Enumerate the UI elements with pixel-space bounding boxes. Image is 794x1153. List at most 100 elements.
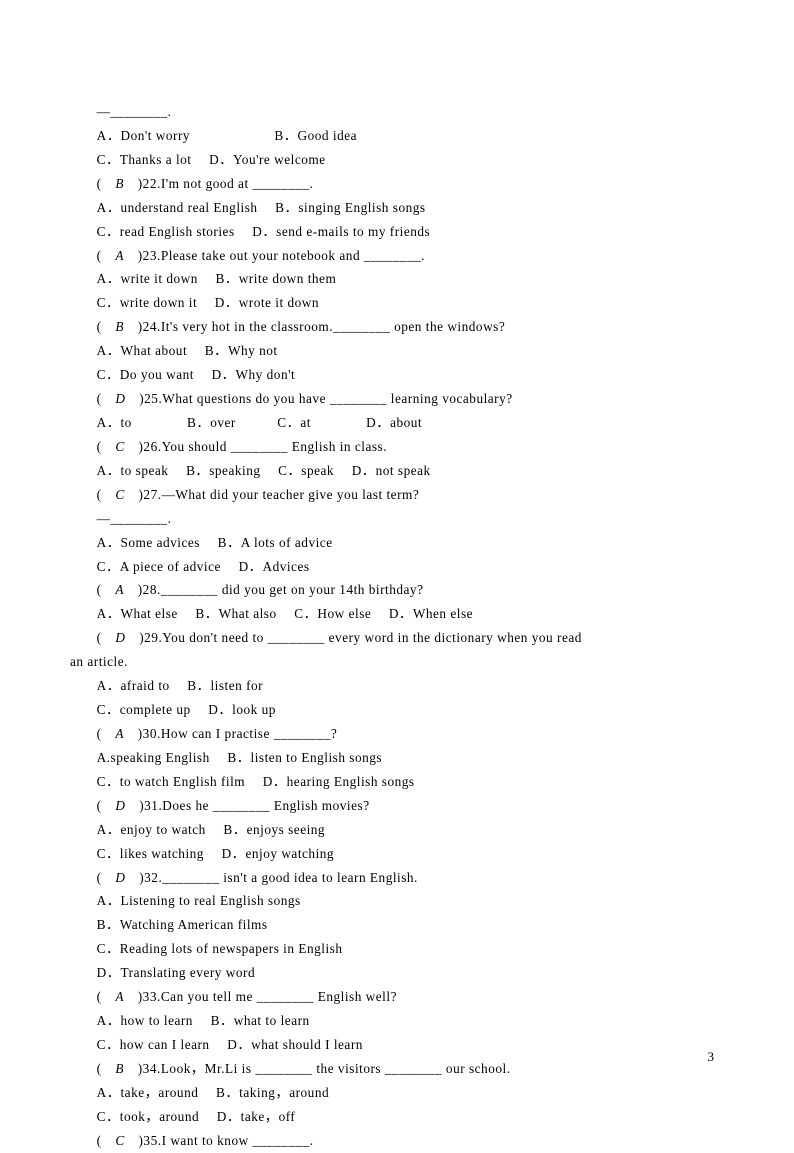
q29-ans: D bbox=[115, 630, 125, 645]
q32-stem: ( D )32.________ isn't a good idea to le… bbox=[70, 866, 724, 890]
q34-text: Look，Mr.Li is ________ the visitors ____… bbox=[161, 1061, 511, 1076]
q27-optD: D．Advices bbox=[239, 559, 310, 574]
q22-optC: C．read English stories bbox=[97, 224, 235, 239]
q27-optC: C．A piece of advice bbox=[97, 559, 221, 574]
q30-num: )30. bbox=[138, 726, 161, 741]
q34-stem: ( B )34.Look，Mr.Li is ________ the visit… bbox=[70, 1057, 724, 1081]
q31-stem: ( D )31.Does he ________ English movies? bbox=[70, 794, 724, 818]
q30-options-cd: C．to watch English film D．hearing Englis… bbox=[70, 770, 724, 794]
q33-optD: D．what should I learn bbox=[227, 1037, 363, 1052]
q28-optB: B．What also bbox=[195, 606, 276, 621]
q23-optD: D．wrote it down bbox=[215, 295, 319, 310]
q25-optD: D．about bbox=[366, 415, 422, 430]
q31-optB: B．enjoys seeing bbox=[223, 822, 325, 837]
q29-optC: C．complete up bbox=[97, 702, 191, 717]
q22-options-ab: A．understand real English B．singing Engl… bbox=[70, 196, 724, 220]
q33-text: Can you tell me ________ English well? bbox=[161, 989, 397, 1004]
q22-optA: A．understand real English bbox=[97, 200, 258, 215]
q24-text: It's very hot in the classroom.________ … bbox=[161, 319, 505, 334]
q24-options-cd: C．Do you want D．Why don't bbox=[70, 363, 724, 387]
q29-num: )29. bbox=[139, 630, 162, 645]
q34-optA: A．take，around bbox=[97, 1085, 199, 1100]
q32-optD: D．Translating every word bbox=[70, 961, 724, 985]
document-page: —________. A．Don't worry B．Good idea C．T… bbox=[0, 0, 794, 1153]
q26-stem: ( C )26.You should ________ English in c… bbox=[70, 435, 724, 459]
q25-optA: A．to bbox=[97, 415, 132, 430]
q31-text: Does he ________ English movies? bbox=[162, 798, 369, 813]
q24-num: )24. bbox=[138, 319, 161, 334]
q21-dash: —________. bbox=[70, 100, 724, 124]
q33-options-cd: C．how can I learn D．what should I learn bbox=[70, 1033, 724, 1057]
q28-stem: ( A )28.________ did you get on your 14t… bbox=[70, 578, 724, 602]
q21-optC: C．Thanks a lot bbox=[97, 152, 192, 167]
q23-stem: ( A )23.Please take out your notebook an… bbox=[70, 244, 724, 268]
q24-optA: A．What about bbox=[97, 343, 188, 358]
q22-optD: D．send e-mails to my friends bbox=[252, 224, 430, 239]
q22-ans: B bbox=[115, 176, 124, 191]
q34-optD: D．take，off bbox=[217, 1109, 296, 1124]
q30-ans: A bbox=[115, 726, 124, 741]
q33-optB: B．what to learn bbox=[211, 1013, 310, 1028]
q26-optA: A．to speak bbox=[97, 463, 169, 478]
q29-stem-line1: ( D )29.You don't need to ________ every… bbox=[70, 626, 724, 650]
q25-stem: ( D )25.What questions do you have _____… bbox=[70, 387, 724, 411]
q23-options-cd: C．write down it D．wrote it down bbox=[70, 291, 724, 315]
q31-optC: C．likes watching bbox=[97, 846, 204, 861]
q32-text: ________ isn't a good idea to learn Engl… bbox=[162, 870, 418, 885]
q26-options: A．to speak B．speaking C．speak D．not spea… bbox=[70, 459, 724, 483]
q22-num: )22. bbox=[138, 176, 161, 191]
q27-optA: A．Some advices bbox=[97, 535, 200, 550]
q23-text: Please take out your notebook and ______… bbox=[161, 248, 425, 263]
q24-optB: B．Why not bbox=[205, 343, 278, 358]
q22-options-cd: C．read English stories D．send e-mails to… bbox=[70, 220, 724, 244]
q32-optC: C．Reading lots of newspapers in English bbox=[70, 937, 724, 961]
q27-optB: B．A lots of advice bbox=[218, 535, 333, 550]
q26-ans: C bbox=[115, 439, 124, 454]
q23-optA: A．write it down bbox=[97, 271, 198, 286]
q30-stem: ( A )30.How can I practise ________? bbox=[70, 722, 724, 746]
q22-text: I'm not good at ________. bbox=[161, 176, 314, 191]
q29-options-ab: A．afraid to B．listen for bbox=[70, 674, 724, 698]
q33-stem: ( A )33.Can you tell me ________ English… bbox=[70, 985, 724, 1009]
q23-options-ab: A．write it down B．write down them bbox=[70, 267, 724, 291]
q27-dash: —________. bbox=[70, 507, 724, 531]
q30-optC: C．to watch English film bbox=[97, 774, 246, 789]
q28-options: A．What else B．What also C．How else D．Whe… bbox=[70, 602, 724, 626]
q30-options-ab: A.speaking English B．listen to English s… bbox=[70, 746, 724, 770]
q29-stem-line2: an article. bbox=[70, 650, 724, 674]
q25-options: A．to B．over C．at D．about bbox=[70, 411, 724, 435]
q21-optB: B．Good idea bbox=[274, 128, 357, 143]
q32-optB: B．Watching American films bbox=[70, 913, 724, 937]
q24-ans: B bbox=[115, 319, 124, 334]
q28-optC: C．How else bbox=[294, 606, 371, 621]
q28-optA: A．What else bbox=[97, 606, 178, 621]
q31-options-ab: A．enjoy to watch B．enjoys seeing bbox=[70, 818, 724, 842]
q23-optB: B．write down them bbox=[216, 271, 337, 286]
q30-text: How can I practise ________? bbox=[161, 726, 337, 741]
q23-num: )23. bbox=[138, 248, 161, 263]
q34-options-cd: C．took，around D．take，off bbox=[70, 1105, 724, 1129]
q35-stem: ( C )35.I want to know ________. bbox=[70, 1129, 724, 1153]
q24-optC: C．Do you want bbox=[97, 367, 194, 382]
q27-options-ab: A．Some advices B．A lots of advice bbox=[70, 531, 724, 555]
q25-num: )25. bbox=[139, 391, 162, 406]
q21-optD: D．You're welcome bbox=[209, 152, 326, 167]
q35-ans: C bbox=[115, 1133, 124, 1148]
q26-optD: D．not speak bbox=[352, 463, 431, 478]
q21-optA: A．Don't worry bbox=[97, 128, 190, 143]
q24-stem: ( B )24.It's very hot in the classroom._… bbox=[70, 315, 724, 339]
q25-optB: B．over bbox=[187, 415, 236, 430]
q25-optC: C．at bbox=[277, 415, 311, 430]
q32-optA: A．Listening to real English songs bbox=[70, 889, 724, 913]
q30-optB: B．listen to English songs bbox=[227, 750, 382, 765]
q27-num: )27. bbox=[139, 487, 162, 502]
q24-options-ab: A．What about B．Why not bbox=[70, 339, 724, 363]
q33-options-ab: A．how to learn B．what to learn bbox=[70, 1009, 724, 1033]
q31-options-cd: C．likes watching D．enjoy watching bbox=[70, 842, 724, 866]
q29-optD: D．look up bbox=[208, 702, 276, 717]
q35-text: I want to know ________. bbox=[162, 1133, 314, 1148]
q26-optB: B．speaking bbox=[186, 463, 260, 478]
q33-num: )33. bbox=[138, 989, 161, 1004]
q27-options-cd: C．A piece of advice D．Advices bbox=[70, 555, 724, 579]
q22-stem: ( B )22.I'm not good at ________. bbox=[70, 172, 724, 196]
